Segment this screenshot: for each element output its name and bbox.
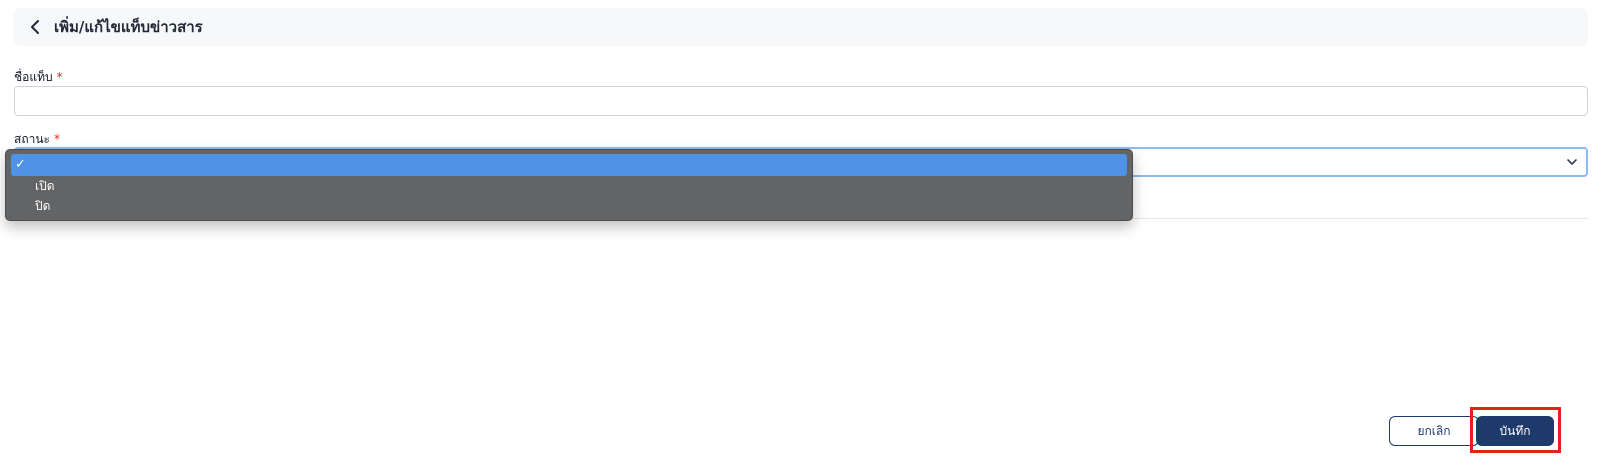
- required-mark: *: [53, 132, 60, 146]
- status-option-open[interactable]: เปิด: [11, 176, 1127, 196]
- status-option-closed[interactable]: ปิด: [11, 196, 1127, 216]
- page: เพิ่ม/แก้ไขแท็บข่าวสาร ชื่อแท็บ * สถานะ * …: [0, 0, 1603, 460]
- cancel-button[interactable]: ยกเลิก: [1389, 416, 1479, 446]
- chevron-left-icon: [31, 20, 39, 34]
- required-mark: *: [56, 70, 63, 84]
- tag-name-label: ชื่อแท็บ *: [14, 68, 63, 87]
- tag-name-label-text: ชื่อแท็บ: [14, 70, 53, 84]
- option-label: เปิด: [35, 179, 55, 193]
- back-button[interactable]: [26, 18, 44, 36]
- status-label-text: สถานะ: [14, 132, 50, 146]
- chevron-down-icon: [1567, 159, 1577, 165]
- save-button[interactable]: บันทึก: [1476, 416, 1554, 446]
- status-dropdown-menu: ✓ เปิด ปิด: [5, 149, 1133, 221]
- header-bar: เพิ่ม/แก้ไขแท็บข่าวสาร: [14, 8, 1588, 46]
- option-label: ปิด: [35, 199, 51, 213]
- status-option-empty[interactable]: ✓: [11, 154, 1127, 176]
- page-title: เพิ่ม/แก้ไขแท็บข่าวสาร: [54, 18, 203, 36]
- tag-name-input[interactable]: [14, 86, 1588, 116]
- check-icon: ✓: [15, 157, 26, 172]
